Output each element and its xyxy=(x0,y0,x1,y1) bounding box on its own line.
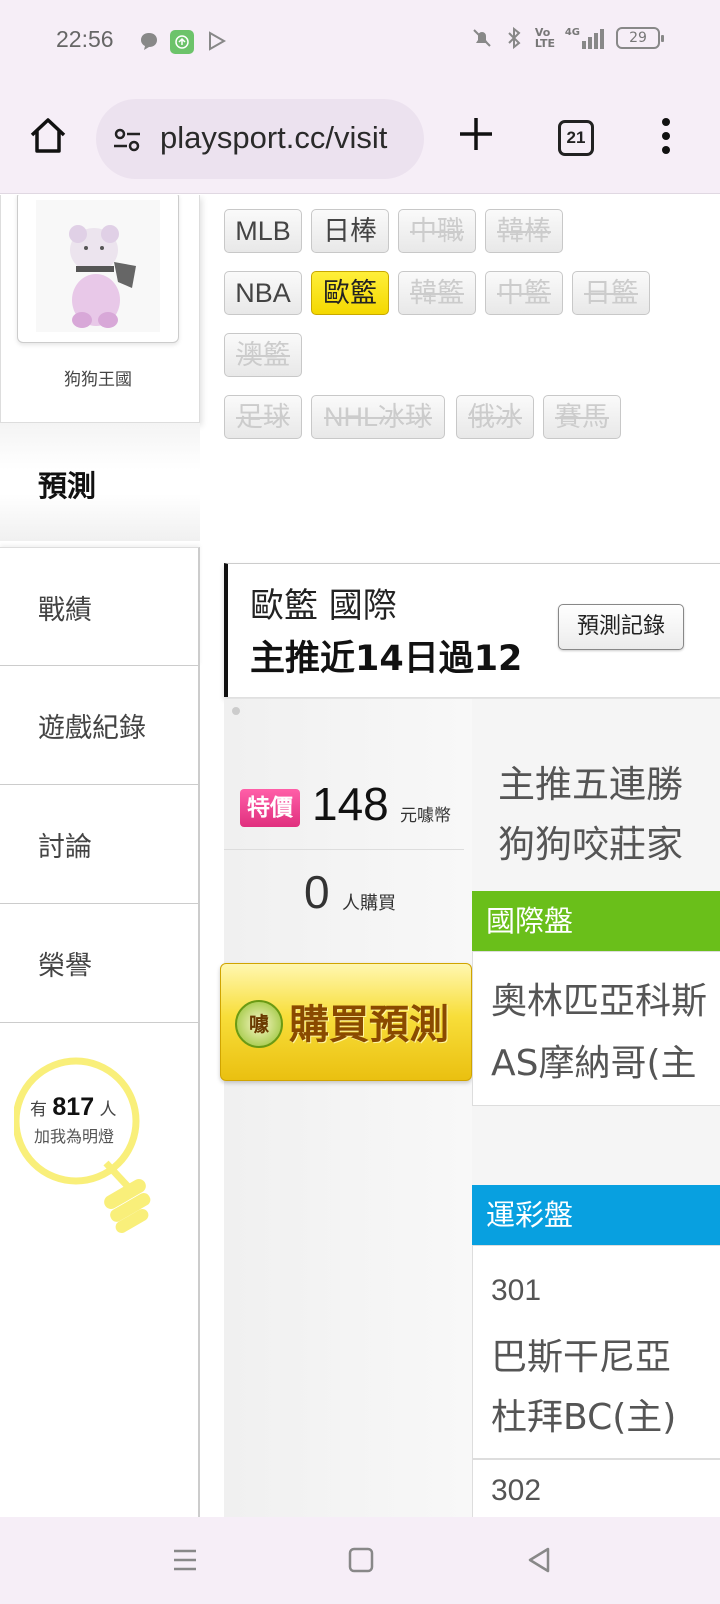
sidebar-item-label: 預測 xyxy=(38,469,97,503)
recent-apps-icon[interactable] xyxy=(168,1543,202,1577)
league-chip-nbl: 澳籃 xyxy=(224,333,302,377)
sidebar-item-record[interactable]: 戰績 xyxy=(0,547,200,666)
avatar-image xyxy=(36,200,160,332)
intl-team-2: AS摩納哥(主 xyxy=(491,1043,697,1084)
league-chip-bleague: 日籃 xyxy=(572,271,650,315)
game-number: 301 xyxy=(491,1274,542,1307)
sidebar-item-label: 遊戲紀錄 xyxy=(38,713,146,744)
lottery-team-2: 杜拜BC(主) xyxy=(491,1397,677,1438)
sidebar-item-label: 榮譽 xyxy=(38,951,92,982)
league-chip-nhl: NHL冰球 xyxy=(311,395,445,439)
address-bar[interactable]: playsport.cc/visit xyxy=(96,99,424,179)
avatar[interactable] xyxy=(17,195,179,343)
upload-notification-icon xyxy=(170,30,194,54)
price-value: 148 xyxy=(312,778,389,830)
league-chip-cpbl: 中職 xyxy=(398,209,476,253)
prediction-subtitle: 主推近14日過12 xyxy=(250,639,523,679)
profile-name[interactable]: 狗狗王國 xyxy=(1,365,195,390)
dot-marker xyxy=(232,707,240,715)
league-chip-kbo: 韓棒 xyxy=(485,209,563,253)
fans-count-line: 有 817 人 xyxy=(30,1093,117,1122)
fans-caption[interactable]: 加我為明燈 xyxy=(34,1123,114,1147)
network-label: 4G xyxy=(564,27,580,38)
left-sidebar: 狗狗王國 預測 戰績 遊戲紀錄 討論 榮譽 有 817 人 加我為明燈 xyxy=(0,195,200,1517)
fans-count: 817 xyxy=(52,1093,95,1121)
coin-icon: 噱 xyxy=(235,1000,283,1048)
system-navigation-bar xyxy=(0,1517,720,1604)
buy-prediction-button[interactable]: 噱 購買預測 xyxy=(220,963,472,1081)
status-time: 22:56 xyxy=(56,26,114,52)
intl-team-1: 奧林匹亞科斯 xyxy=(491,981,708,1022)
sidebar-item-honors[interactable]: 榮譽 xyxy=(0,904,200,1023)
buyers-label: 人購買 xyxy=(342,893,396,914)
buyers-count: 0 xyxy=(304,866,330,918)
new-tab-icon[interactable] xyxy=(456,114,496,154)
league-chip-npb[interactable]: 日棒 xyxy=(311,209,389,253)
sidebar-nav: 戰績 遊戲紀錄 討論 榮譽 xyxy=(0,547,200,1023)
profile-card: 狗狗王國 xyxy=(0,195,200,423)
site-settings-icon[interactable] xyxy=(112,125,142,155)
status-icons: Vo LTE 4G 29 xyxy=(471,26,664,50)
league-chip-euro-basketball[interactable]: 歐籃 xyxy=(311,271,389,315)
chat-notification-icon xyxy=(138,30,160,52)
league-chip-kbl: 韓籃 xyxy=(398,271,476,315)
status-bar: 22:56 Vo LTE 4G 29 xyxy=(0,0,720,84)
back-icon[interactable] xyxy=(522,1543,556,1577)
tab-switcher-button[interactable]: 21 xyxy=(558,120,594,156)
fans-suffix: 人 xyxy=(99,1100,117,1120)
prediction-product: 特價 148 元噱幣 0 人購買 噱 購買預測 主推五連勝 狗狗咬莊家 國際盤 … xyxy=(220,699,720,1517)
headline-line-1: 主推五連勝 xyxy=(498,763,683,806)
page-content: 狗狗王國 預測 戰績 遊戲紀錄 討論 榮譽 有 817 人 加我為明燈 MLB … xyxy=(0,195,720,1517)
home-nav-icon[interactable] xyxy=(344,1543,378,1577)
league-chip-horse-racing: 賽馬 xyxy=(543,395,621,439)
sidebar-item-predict[interactable]: 預測 xyxy=(0,423,200,541)
sidebar-item-label: 討論 xyxy=(38,832,92,863)
league-chip-nba[interactable]: NBA xyxy=(224,271,302,315)
lottery-team-1: 巴斯干尼亞 xyxy=(491,1337,672,1378)
lottery-odds-box-next: 302 xyxy=(472,1459,720,1517)
league-chip-soccer: 足球 xyxy=(224,395,302,439)
intl-odds-box: 奧林匹亞科斯 AS摩納哥(主 xyxy=(472,951,720,1106)
sidebar-item-discussion[interactable]: 討論 xyxy=(0,785,200,904)
signal-icon: 4G xyxy=(565,27,604,49)
headline-line-2: 狗狗咬莊家 xyxy=(498,823,683,866)
more-menu-icon[interactable] xyxy=(656,114,676,158)
bluetooth-icon xyxy=(508,26,521,50)
home-icon[interactable] xyxy=(26,114,70,158)
battery-icon: 29 xyxy=(616,27,664,49)
price-unit: 元噱幣 xyxy=(400,806,451,826)
league-chip-cba: 中籃 xyxy=(485,271,563,315)
mute-icon xyxy=(473,29,491,47)
fans-prefix: 有 xyxy=(30,1100,47,1120)
buy-button-label: 購買預測 xyxy=(289,1002,449,1048)
league-chip-mlb[interactable]: MLB xyxy=(224,209,302,253)
browser-toolbar: playsport.cc/visit 21 xyxy=(0,84,720,194)
url-text[interactable]: playsport.cc/visit xyxy=(160,120,387,156)
promo-tag: 特價 xyxy=(240,789,300,827)
prediction-detail: 主推五連勝 狗狗咬莊家 國際盤 奧林匹亞科斯 AS摩納哥(主 運彩盤 301 巴… xyxy=(472,699,720,1517)
lottery-odds-box: 301 巴斯干尼亞 杜拜BC(主) xyxy=(472,1245,720,1459)
game-number-next: 302 xyxy=(491,1474,542,1507)
sidebar-item-label: 戰績 xyxy=(38,595,92,626)
prediction-record-button[interactable]: 預測記錄 xyxy=(558,604,684,650)
prediction-header: 歐籃 國際 主推近14日過12 預測記錄 xyxy=(224,563,720,697)
divider xyxy=(224,849,464,850)
prediction-title: 歐籃 國際 xyxy=(250,586,397,626)
intl-odds-header: 國際盤 xyxy=(472,891,720,951)
play-store-notification-icon xyxy=(206,30,228,52)
purchase-panel: 特價 148 元噱幣 0 人購買 噱 購買預測 xyxy=(220,699,472,1517)
volte-label: Vo LTE xyxy=(534,26,556,50)
prediction-headline: 主推五連勝 狗狗咬莊家 xyxy=(498,755,683,875)
sidebar-item-game-log[interactable]: 遊戲紀錄 xyxy=(0,666,200,785)
league-chip-khl: 俄冰 xyxy=(456,395,534,439)
lottery-odds-header: 運彩盤 xyxy=(472,1185,720,1245)
